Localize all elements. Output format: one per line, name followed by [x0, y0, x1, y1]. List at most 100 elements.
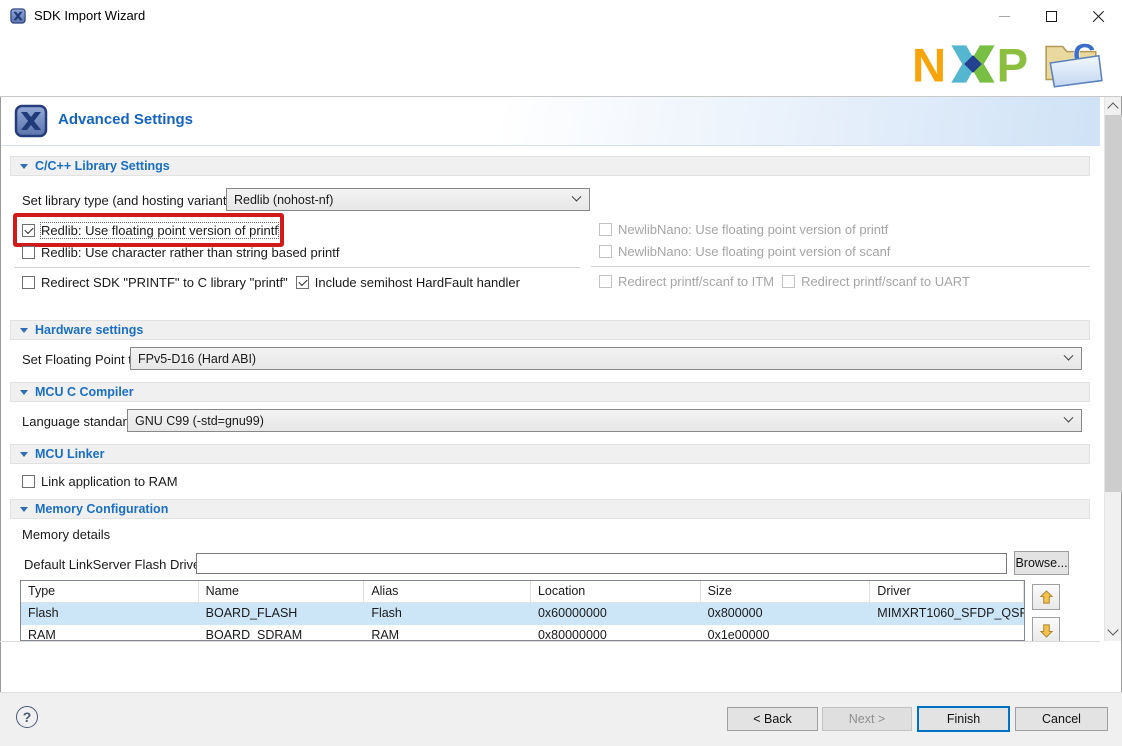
memory-table-header: TypeNameAliasLocationSizeDriver — [21, 581, 1024, 603]
collapse-triangle-icon — [20, 507, 28, 512]
checkbox-redirect-sdk-printf[interactable] — [22, 276, 35, 289]
table-cell: Flash — [364, 603, 531, 625]
checkbox-row-link-to-ram: Link application to RAM — [22, 471, 178, 491]
browse-button[interactable]: Browse... — [1014, 551, 1069, 575]
c-folder-icon: C — [1042, 34, 1104, 92]
arrow-up-icon — [1039, 590, 1054, 605]
checkbox-label-newlibnano-float-scanf: NewlibNano: Use floating point version o… — [618, 244, 890, 259]
window-title: SDK Import Wizard — [34, 8, 145, 23]
section-title: MCU C Compiler — [35, 385, 134, 399]
maximize-button[interactable] — [1028, 0, 1075, 32]
scroll-up-icon[interactable] — [1107, 102, 1118, 113]
checkbox-row-semihost-hardfault: Include semihost HardFault handler — [296, 272, 520, 292]
close-icon — [1092, 10, 1105, 23]
mcuxpresso-app-icon — [10, 8, 26, 24]
checkbox-row-redlib-float-printf: Redlib: Use floating point version of pr… — [22, 220, 278, 240]
language-standard-value: GNU C99 (-std=gnu99) — [135, 414, 264, 428]
vertical-scrollbar[interactable] — [1104, 97, 1121, 641]
checkbox-redlib-char-printf[interactable] — [22, 246, 35, 259]
language-standard-select[interactable]: GNU C99 (-std=gnu99) — [127, 409, 1082, 432]
section-library-settings[interactable]: C/C++ Library Settings — [10, 156, 1090, 176]
back-button[interactable]: < Back — [727, 707, 818, 731]
column-header-alias[interactable]: Alias — [364, 581, 531, 602]
section-hardware-settings[interactable]: Hardware settings — [10, 320, 1090, 340]
checkbox-label-link-to-ram: Link application to RAM — [41, 474, 178, 489]
page-title: Advanced Settings — [58, 111, 193, 128]
scroll-down-icon[interactable] — [1107, 624, 1118, 635]
banner: N P C — [0, 32, 1122, 96]
wizard-header: Advanced Settings — [1, 97, 1100, 146]
flash-driver-input[interactable] — [196, 553, 1007, 574]
checkbox-label-redirect-itm: Redirect printf/scanf to ITM — [618, 274, 774, 289]
maximize-icon — [1046, 11, 1057, 22]
scrollbar-thumb[interactable] — [1105, 115, 1122, 492]
section-mcu-linker[interactable]: MCU Linker — [10, 444, 1090, 464]
table-cell: 0x1e00000 — [701, 625, 871, 641]
separator — [14, 267, 580, 268]
checkbox-label-newlibnano-float-printf: NewlibNano: Use floating point version o… — [618, 222, 888, 237]
move-down-button[interactable] — [1032, 617, 1060, 641]
checkbox-label-semihost-hardfault: Include semihost HardFault handler — [315, 275, 520, 290]
table-cell: RAM — [364, 625, 531, 641]
checkbox-label-redirect-sdk-printf: Redirect SDK "PRINTF" to C library "prin… — [41, 275, 288, 290]
memory-table-body: FlashBOARD_FLASHFlash0x600000000x800000M… — [21, 603, 1024, 641]
cancel-button[interactable]: Cancel — [1015, 707, 1108, 731]
titlebar: SDK Import Wizard — [0, 0, 1122, 32]
checkbox-semihost-hardfault[interactable] — [296, 276, 309, 289]
flash-driver-label: Default LinkServer Flash Driver — [24, 557, 205, 572]
column-header-location[interactable]: Location — [531, 581, 701, 602]
chevron-down-icon — [572, 192, 582, 202]
help-button[interactable]: ? — [16, 706, 38, 728]
collapse-triangle-icon — [20, 452, 28, 457]
column-header-type[interactable]: Type — [21, 581, 199, 602]
checkbox-row-newlibnano-float-scanf: NewlibNano: Use floating point version o… — [599, 241, 890, 261]
table-cell: RAM — [21, 625, 199, 641]
library-checkboxes-right: NewlibNano: Use floating point version o… — [591, 219, 1090, 293]
column-header-driver[interactable]: Driver — [870, 581, 1024, 602]
sdk-import-wizard-window: SDK Import Wizard N P C — [0, 0, 1122, 746]
checkbox-link-to-ram[interactable] — [22, 475, 35, 488]
checkbox-newlibnano-float-scanf — [599, 245, 612, 258]
checkbox-newlibnano-float-printf — [599, 223, 612, 236]
arrow-down-icon — [1039, 623, 1054, 638]
next-button: Next > — [822, 707, 912, 731]
library-type-value: Redlib (nohost-nf) — [234, 193, 333, 207]
checkbox-redlib-float-printf[interactable] — [22, 224, 35, 237]
section-title: MCU Linker — [35, 447, 104, 461]
chevron-down-icon — [1064, 413, 1074, 423]
fpu-select[interactable]: FPv5-D16 (Hard ABI) — [130, 347, 1082, 370]
table-cell: 0x80000000 — [531, 625, 701, 641]
help-icon: ? — [23, 709, 32, 725]
column-header-name[interactable]: Name — [199, 581, 365, 602]
library-type-label: Set library type (and hosting variant) — [22, 193, 231, 208]
checkbox-row-newlibnano-float-printf: NewlibNano: Use floating point version o… — [599, 219, 888, 239]
library-type-select[interactable]: Redlib (nohost-nf) — [226, 188, 590, 211]
chevron-down-icon — [1064, 351, 1074, 361]
memory-row-reorder — [1032, 584, 1062, 641]
move-up-button[interactable] — [1032, 584, 1060, 610]
nxp-letter-x-icon — [951, 45, 994, 82]
checkbox-redirect-uart — [782, 275, 795, 288]
minimize-button[interactable] — [981, 0, 1028, 32]
checkbox-row-redlib-char-printf: Redlib: Use character rather than string… — [22, 242, 339, 262]
checkbox-row-redirect-uart: Redirect printf/scanf to UART — [782, 271, 970, 291]
table-cell: 0x60000000 — [531, 603, 701, 625]
library-checkboxes-left: Redlib: Use floating point version of pr… — [14, 220, 580, 294]
table-cell — [870, 625, 1024, 641]
column-header-size[interactable]: Size — [701, 581, 871, 602]
memory-table: TypeNameAliasLocationSizeDriver FlashBOA… — [20, 580, 1025, 641]
section-title: Hardware settings — [35, 323, 143, 337]
advanced-settings-icon — [14, 104, 48, 138]
checkbox-label-redlib-float-printf: Redlib: Use floating point version of pr… — [41, 223, 278, 238]
table-cell: 0x800000 — [701, 603, 871, 625]
finish-button[interactable]: Finish — [917, 706, 1010, 732]
close-button[interactable] — [1075, 0, 1122, 32]
table-row[interactable]: RAMBOARD_SDRAMRAM0x800000000x1e00000 — [21, 625, 1024, 641]
checkbox-label-redlib-char-printf: Redlib: Use character rather than string… — [41, 245, 339, 260]
section-mcu-c-compiler[interactable]: MCU C Compiler — [10, 382, 1090, 402]
checkbox-row-redirect-sdk-printf: Redirect SDK "PRINTF" to C library "prin… — [22, 272, 288, 292]
memory-details-label: Memory details — [22, 527, 110, 542]
section-memory-configuration[interactable]: Memory Configuration — [10, 499, 1090, 519]
separator — [591, 266, 1090, 267]
table-row[interactable]: FlashBOARD_FLASHFlash0x600000000x800000M… — [21, 603, 1024, 625]
